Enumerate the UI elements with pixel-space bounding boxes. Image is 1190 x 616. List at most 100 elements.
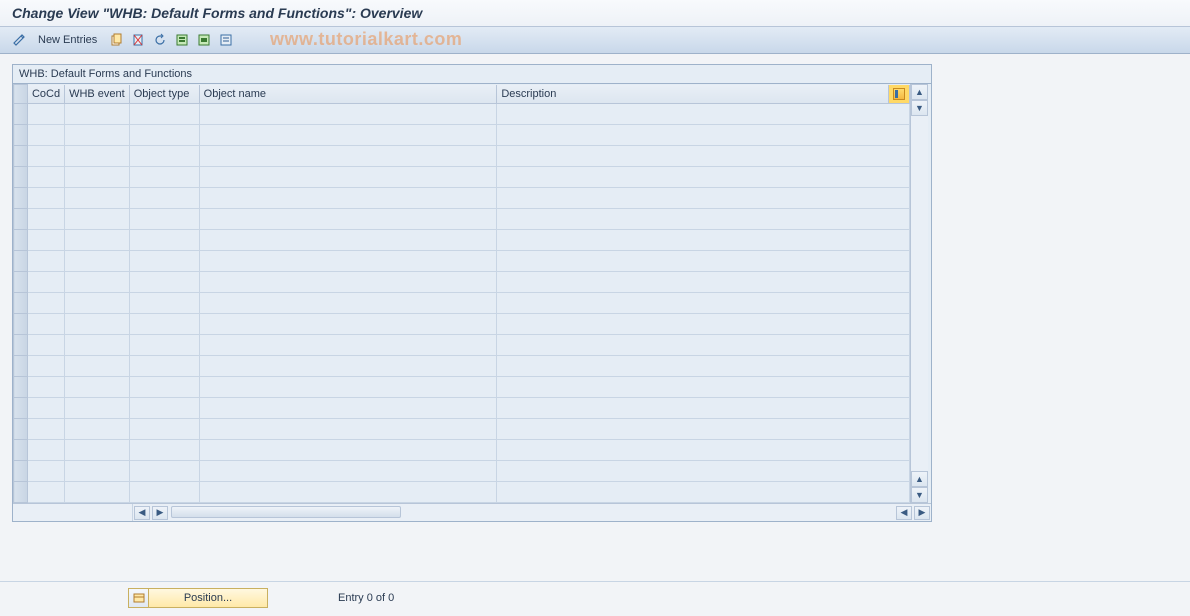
cell-object-name[interactable] xyxy=(199,209,497,230)
cell-whb-event[interactable] xyxy=(65,377,130,398)
cell-cocd[interactable] xyxy=(27,209,64,230)
table-row[interactable] xyxy=(14,398,910,419)
table-row[interactable] xyxy=(14,461,910,482)
column-header-whb-event[interactable]: WHB event xyxy=(65,85,130,104)
cell-cocd[interactable] xyxy=(27,230,64,251)
cell-description[interactable] xyxy=(497,335,910,356)
cell-object-name[interactable] xyxy=(199,440,497,461)
cell-whb-event[interactable] xyxy=(65,335,130,356)
horizontal-scrollbar[interactable]: ◀ ▶ ◀ ▶ xyxy=(13,503,931,521)
cell-cocd[interactable] xyxy=(27,167,64,188)
row-selector[interactable] xyxy=(14,272,28,293)
table-row[interactable] xyxy=(14,188,910,209)
undo-icon[interactable] xyxy=(151,31,169,49)
cell-object-type[interactable] xyxy=(129,461,199,482)
row-selector[interactable] xyxy=(14,104,28,125)
cell-whb-event[interactable] xyxy=(65,167,130,188)
table-row[interactable] xyxy=(14,356,910,377)
cell-object-type[interactable] xyxy=(129,482,199,503)
row-selector[interactable] xyxy=(14,314,28,335)
table-config-button[interactable] xyxy=(888,85,909,104)
cell-cocd[interactable] xyxy=(27,188,64,209)
table-row[interactable] xyxy=(14,314,910,335)
scroll-up-button[interactable]: ▲ xyxy=(911,84,928,100)
cell-whb-event[interactable] xyxy=(65,314,130,335)
table-row[interactable] xyxy=(14,230,910,251)
cell-cocd[interactable] xyxy=(27,272,64,293)
cell-object-type[interactable] xyxy=(129,104,199,125)
row-selector[interactable] xyxy=(14,335,28,356)
cell-description[interactable] xyxy=(497,209,910,230)
cell-object-name[interactable] xyxy=(199,314,497,335)
row-selector[interactable] xyxy=(14,419,28,440)
table-row[interactable] xyxy=(14,125,910,146)
row-selector[interactable] xyxy=(14,461,28,482)
cell-object-type[interactable] xyxy=(129,398,199,419)
row-selector[interactable] xyxy=(14,251,28,272)
cell-object-type[interactable] xyxy=(129,188,199,209)
cell-cocd[interactable] xyxy=(27,335,64,356)
table-row[interactable] xyxy=(14,251,910,272)
select-block-icon[interactable] xyxy=(195,31,213,49)
table-row[interactable] xyxy=(14,146,910,167)
cell-whb-event[interactable] xyxy=(65,356,130,377)
cell-object-type[interactable] xyxy=(129,125,199,146)
cell-object-type[interactable] xyxy=(129,230,199,251)
cell-whb-event[interactable] xyxy=(65,188,130,209)
column-header-description[interactable]: Description xyxy=(497,85,889,104)
cell-cocd[interactable] xyxy=(27,440,64,461)
cell-whb-event[interactable] xyxy=(65,104,130,125)
cell-object-name[interactable] xyxy=(199,335,497,356)
delete-icon[interactable] xyxy=(129,31,147,49)
cell-cocd[interactable] xyxy=(27,125,64,146)
cell-object-type[interactable] xyxy=(129,419,199,440)
cell-description[interactable] xyxy=(497,356,910,377)
scroll-up-button-bottom[interactable]: ▲ xyxy=(911,471,928,487)
table-row[interactable] xyxy=(14,209,910,230)
table-row[interactable] xyxy=(14,419,910,440)
table-row[interactable] xyxy=(14,335,910,356)
cell-cocd[interactable] xyxy=(27,419,64,440)
cell-whb-event[interactable] xyxy=(65,482,130,503)
cell-cocd[interactable] xyxy=(27,314,64,335)
cell-description[interactable] xyxy=(497,293,910,314)
cell-description[interactable] xyxy=(497,482,910,503)
cell-object-name[interactable] xyxy=(199,104,497,125)
row-selector[interactable] xyxy=(14,482,28,503)
row-selector-header[interactable] xyxy=(14,85,28,104)
cell-cocd[interactable] xyxy=(27,356,64,377)
cell-description[interactable] xyxy=(497,125,910,146)
cell-object-name[interactable] xyxy=(199,398,497,419)
cell-object-type[interactable] xyxy=(129,377,199,398)
vertical-scrollbar[interactable]: ▲ ▼ ▲ ▼ xyxy=(910,84,928,503)
cell-description[interactable] xyxy=(497,461,910,482)
cell-cocd[interactable] xyxy=(27,482,64,503)
cell-object-type[interactable] xyxy=(129,314,199,335)
cell-cocd[interactable] xyxy=(27,461,64,482)
cell-cocd[interactable] xyxy=(27,398,64,419)
cell-description[interactable] xyxy=(497,440,910,461)
row-selector[interactable] xyxy=(14,356,28,377)
cell-description[interactable] xyxy=(497,251,910,272)
cell-whb-event[interactable] xyxy=(65,209,130,230)
cell-description[interactable] xyxy=(497,230,910,251)
cell-whb-event[interactable] xyxy=(65,398,130,419)
row-selector[interactable] xyxy=(14,167,28,188)
cell-object-name[interactable] xyxy=(199,125,497,146)
scroll-right-button[interactable]: ▶ xyxy=(152,506,168,520)
deselect-all-icon[interactable] xyxy=(217,31,235,49)
scroll-down-button[interactable]: ▼ xyxy=(911,100,928,116)
cell-object-type[interactable] xyxy=(129,209,199,230)
cell-object-name[interactable] xyxy=(199,251,497,272)
cell-whb-event[interactable] xyxy=(65,146,130,167)
cell-object-type[interactable] xyxy=(129,272,199,293)
cell-object-name[interactable] xyxy=(199,293,497,314)
cell-description[interactable] xyxy=(497,167,910,188)
column-header-cocd[interactable]: CoCd xyxy=(27,85,64,104)
cell-whb-event[interactable] xyxy=(65,293,130,314)
table-row[interactable] xyxy=(14,104,910,125)
cell-object-type[interactable] xyxy=(129,356,199,377)
table-row[interactable] xyxy=(14,167,910,188)
cell-whb-event[interactable] xyxy=(65,272,130,293)
cell-object-type[interactable] xyxy=(129,335,199,356)
